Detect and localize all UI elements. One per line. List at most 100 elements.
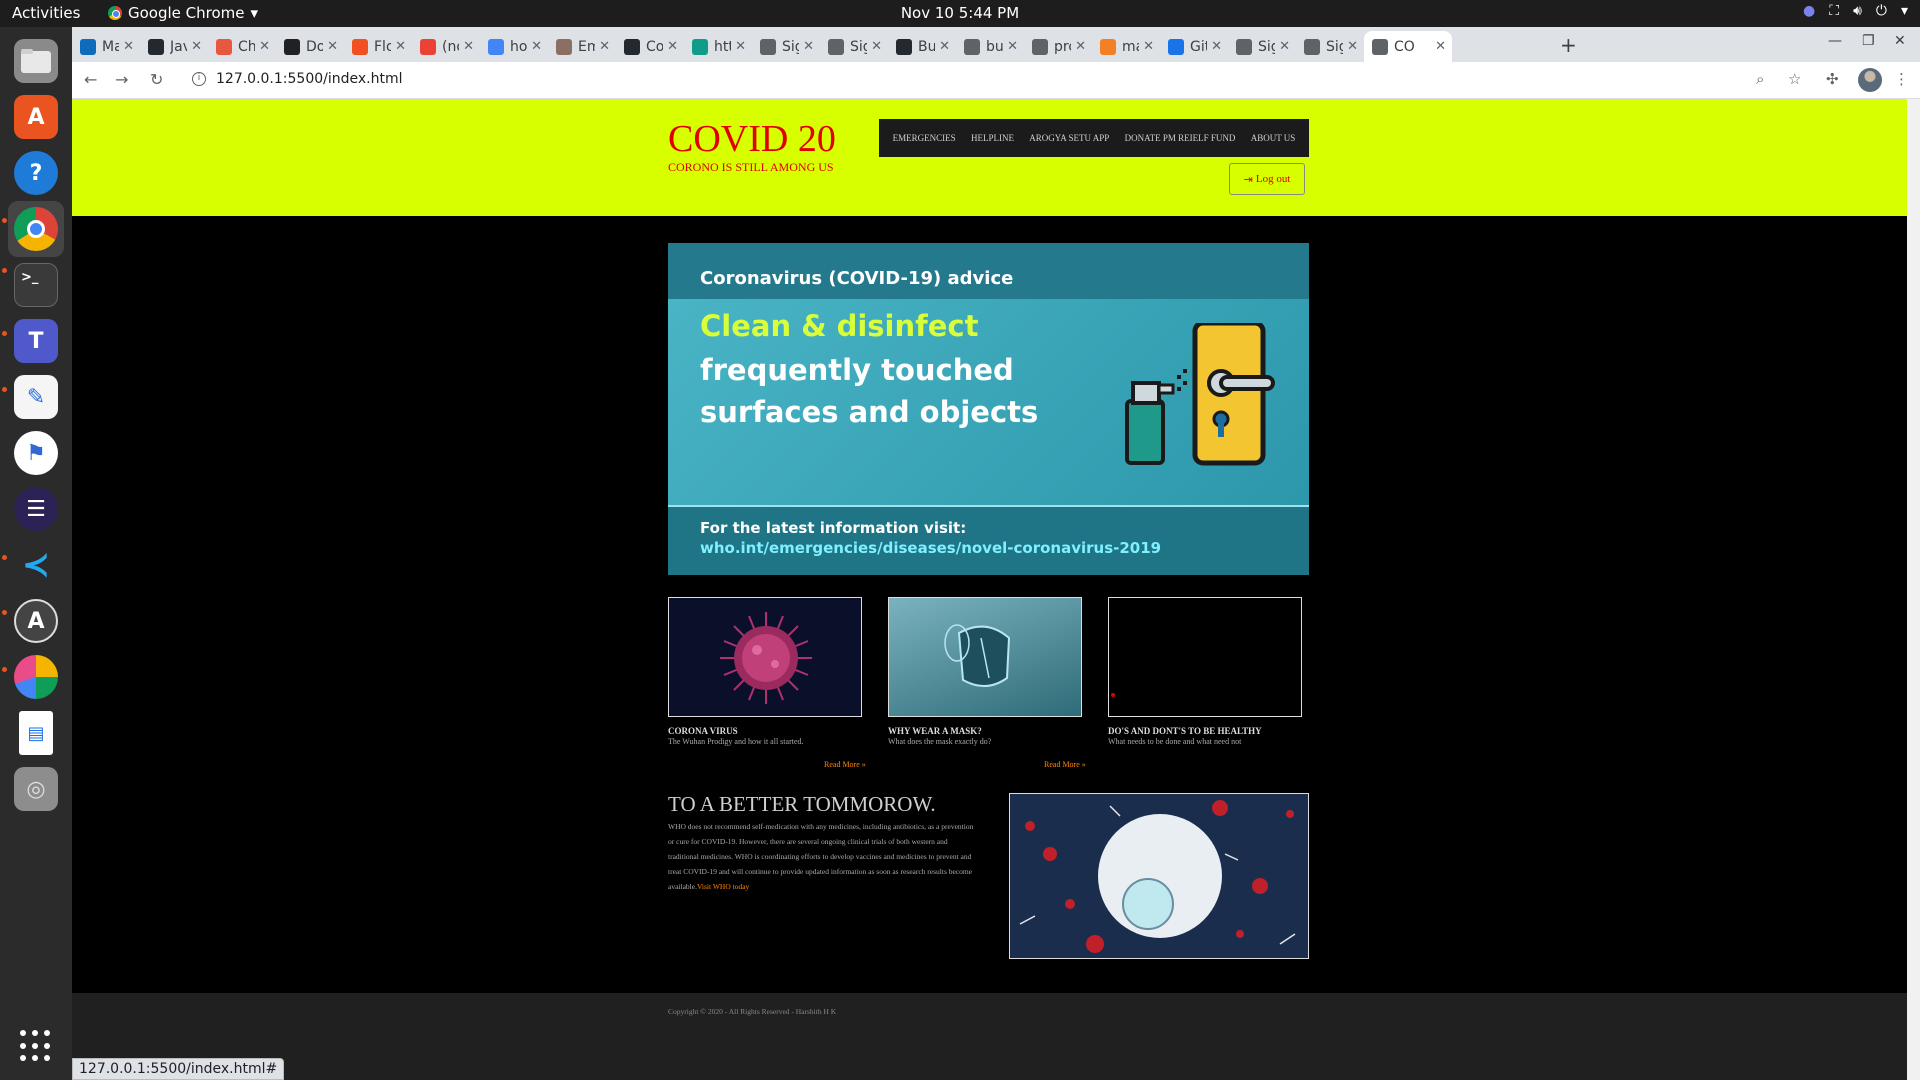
show-applications-button[interactable] bbox=[20, 1030, 52, 1062]
chevron-down-icon[interactable]: ▾ bbox=[1901, 3, 1908, 19]
tab-close-icon[interactable]: ✕ bbox=[599, 39, 610, 54]
read-more-link-mask[interactable]: Read More » bbox=[1044, 760, 1086, 769]
browser-tab[interactable]: Ch ✕ bbox=[208, 31, 276, 62]
browser-tab[interactable]: bu ✕ bbox=[956, 31, 1024, 62]
new-tab-button[interactable]: + bbox=[1560, 33, 1577, 57]
broken-image-icon bbox=[1111, 693, 1115, 697]
corona-virus-image[interactable] bbox=[668, 597, 862, 717]
menu-kebab-icon[interactable]: ⋮ bbox=[1894, 70, 1909, 88]
browser-tab[interactable]: htt ✕ bbox=[684, 31, 752, 62]
dock-software-updater[interactable]: A bbox=[8, 593, 64, 649]
dock-disk-usage[interactable] bbox=[8, 649, 64, 705]
page-scrollbar[interactable] bbox=[1907, 99, 1920, 1080]
browser-tab[interactable]: Flo ✕ bbox=[344, 31, 412, 62]
browser-tab[interactable]: macos ✕ bbox=[1092, 31, 1160, 62]
clock[interactable]: Nov 10 5:44 PM bbox=[0, 4, 1920, 22]
browser-tab[interactable]: Do ✕ bbox=[276, 31, 344, 62]
tab-close-icon[interactable]: ✕ bbox=[667, 39, 678, 54]
dock-android-studio[interactable]: ⚑ bbox=[8, 425, 64, 481]
tab-close-icon[interactable]: ✕ bbox=[531, 39, 542, 54]
tab-close-icon[interactable]: ✕ bbox=[1075, 39, 1086, 54]
logout-button[interactable]: ⇥ Log out bbox=[1229, 163, 1305, 195]
dock-help[interactable]: ? bbox=[8, 145, 64, 201]
nav-emergencies[interactable]: EMERGENCIES bbox=[893, 133, 956, 143]
browser-tab[interactable]: projec ✕ bbox=[1024, 31, 1092, 62]
tab-title: projec bbox=[1054, 38, 1071, 55]
dock-teams[interactable]: T bbox=[8, 313, 64, 369]
tab-close-icon[interactable]: ✕ bbox=[191, 39, 202, 54]
back-button[interactable]: ← bbox=[84, 70, 97, 89]
address-bar[interactable]: i 127.0.0.1:5500/index.html bbox=[182, 66, 1842, 95]
dock-text-editor[interactable]: ✎ bbox=[8, 369, 64, 425]
dos-donts-image[interactable] bbox=[1108, 597, 1302, 717]
power-icon[interactable]: ⏻ bbox=[1876, 3, 1887, 19]
close-icon[interactable]: ✕ bbox=[1894, 33, 1906, 49]
extensions-icon[interactable]: ✣ bbox=[1826, 70, 1839, 88]
tab-favicon-icon bbox=[692, 38, 708, 55]
tab-close-icon[interactable]: ✕ bbox=[871, 39, 882, 54]
tab-close-icon[interactable]: ✕ bbox=[939, 39, 950, 54]
profile-avatar[interactable] bbox=[1858, 68, 1882, 92]
browser-tab[interactable]: Co ✕ bbox=[616, 31, 684, 62]
tab-close-icon[interactable]: ✕ bbox=[1007, 39, 1018, 54]
mask-image[interactable] bbox=[888, 597, 1082, 717]
tab-close-icon[interactable]: ✕ bbox=[327, 39, 338, 54]
dock-chrome[interactable] bbox=[8, 201, 64, 257]
tab-close-icon[interactable]: ✕ bbox=[123, 39, 134, 54]
forward-button[interactable]: → bbox=[115, 70, 128, 89]
browser-tab[interactable]: Bu ✕ bbox=[888, 31, 956, 62]
tab-close-icon[interactable]: ✕ bbox=[463, 39, 474, 54]
browser-tab[interactable]: Jav ✕ bbox=[140, 31, 208, 62]
browser-tab[interactable]: (no ✕ bbox=[412, 31, 480, 62]
volume-icon[interactable]: 🔊︎ bbox=[1853, 3, 1862, 19]
address-url[interactable]: 127.0.0.1:5500/index.html bbox=[216, 71, 403, 87]
browser-tab[interactable]: Em ✕ bbox=[548, 31, 616, 62]
tab-close-icon[interactable]: ✕ bbox=[1211, 39, 1222, 54]
browser-tab[interactable]: Sign U ✕ bbox=[1296, 31, 1364, 62]
vaccine-moon-image[interactable] bbox=[1009, 793, 1309, 959]
tab-close-icon[interactable]: ✕ bbox=[1279, 39, 1290, 54]
site-title[interactable]: COVID 20 bbox=[668, 117, 836, 161]
system-tray[interactable]: ● ⛶ 🔊︎ ⏻ ▾ bbox=[1803, 3, 1908, 19]
tab-close-icon[interactable]: ✕ bbox=[395, 39, 406, 54]
zoom-icon[interactable]: ⌕ bbox=[1756, 70, 1764, 88]
dock-terminal[interactable]: >_ bbox=[8, 257, 64, 313]
tab-close-icon[interactable]: ✕ bbox=[259, 39, 270, 54]
reload-button[interactable]: ↻ bbox=[150, 70, 163, 89]
nav-helpline[interactable]: HELPLINE bbox=[971, 133, 1014, 143]
browser-tab[interactable]: ho ✕ bbox=[480, 31, 548, 62]
dock-software[interactable]: A bbox=[8, 89, 64, 145]
chrome-icon bbox=[14, 207, 58, 251]
restore-icon[interactable]: ❐ bbox=[1862, 33, 1875, 49]
nav-about[interactable]: ABOUT US bbox=[1251, 133, 1296, 143]
nav-donate[interactable]: DONATE PM REIELF FUND bbox=[1125, 133, 1236, 143]
visit-who-link[interactable]: Visit WHO today bbox=[697, 882, 749, 891]
browser-tab[interactable]: Git Me ✕ bbox=[1160, 31, 1228, 62]
tab-favicon-icon bbox=[1372, 38, 1388, 55]
browser-tab-active[interactable]: CO ✕ bbox=[1364, 31, 1452, 62]
browser-tab[interactable]: Ma ✕ bbox=[72, 31, 140, 62]
dock-optical-drive[interactable]: ◎ bbox=[8, 761, 64, 817]
tab-close-icon[interactable]: ✕ bbox=[1435, 39, 1446, 54]
dock-writer[interactable]: ▤ bbox=[8, 705, 64, 761]
tab-close-icon[interactable]: ✕ bbox=[1347, 39, 1358, 54]
minimize-icon[interactable]: — bbox=[1828, 33, 1842, 49]
site-info-icon[interactable]: i bbox=[192, 72, 206, 86]
browser-tab[interactable]: Sign U ✕ bbox=[1228, 31, 1296, 62]
tab-close-icon[interactable]: ✕ bbox=[803, 39, 814, 54]
browser-tab[interactable]: Sig ✕ bbox=[820, 31, 888, 62]
teams-tray-icon[interactable]: ● bbox=[1803, 3, 1815, 19]
tab-close-icon[interactable]: ✕ bbox=[1143, 39, 1154, 54]
site-header: COVID 20 CORONO IS STILL AMONG US EMERGE… bbox=[72, 99, 1907, 216]
dock-files[interactable] bbox=[8, 33, 64, 89]
browser-tab[interactable]: Sig ✕ bbox=[752, 31, 820, 62]
dock-eclipse[interactable]: ☰ bbox=[8, 481, 64, 537]
tab-close-icon[interactable]: ✕ bbox=[735, 39, 746, 54]
network-icon[interactable]: ⛶ bbox=[1829, 3, 1839, 19]
banner-footer-text: For the latest information visit: bbox=[700, 519, 967, 537]
pie-chart-icon bbox=[14, 655, 58, 699]
read-more-link-corona[interactable]: Read More » bbox=[824, 760, 866, 769]
nav-arogya-setu[interactable]: AROGYA SETU APP bbox=[1029, 133, 1109, 143]
bookmark-star-icon[interactable]: ☆ bbox=[1788, 70, 1801, 88]
dock-vscode[interactable]: ≺ bbox=[8, 537, 64, 593]
